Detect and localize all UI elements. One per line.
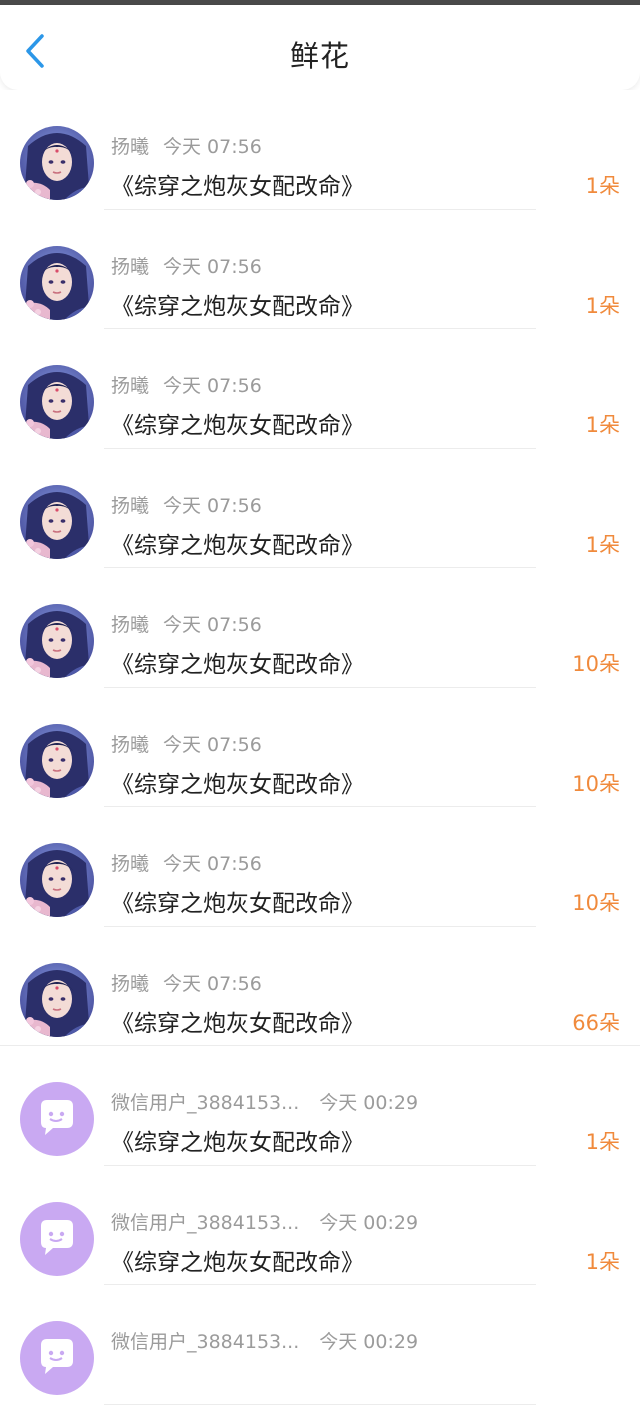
book-title: 《综穿之炮灰女配改命》 bbox=[111, 1249, 364, 1276]
navigation-header: 鲜花 bbox=[0, 5, 640, 90]
gift-time: 今天 07:56 bbox=[163, 136, 262, 158]
row-meta: 扬曦 今天 07:56 bbox=[111, 730, 262, 757]
user-name: 扬曦 bbox=[111, 733, 150, 756]
row-meta: 扬曦 今天 07:56 bbox=[111, 132, 262, 159]
row-meta: 扬曦 今天 07:56 bbox=[111, 252, 262, 279]
row-meta: 微信用户_3884153... 今天 00:29 bbox=[111, 1208, 418, 1235]
book-title: 《综穿之炮灰女配改命》 bbox=[111, 532, 364, 559]
flower-gift-row[interactable]: 扬曦 今天 07:56 《综穿之炮灰女配改命》 10朵 bbox=[0, 568, 640, 688]
wechat-default-avatar-icon[interactable] bbox=[20, 1321, 94, 1395]
book-title: 《综穿之炮灰女配改命》 bbox=[111, 174, 364, 200]
user-name: 扬曦 bbox=[111, 494, 150, 517]
gift-time: 今天 07:56 bbox=[163, 853, 262, 875]
gift-time: 今天 00:29 bbox=[319, 1092, 419, 1114]
flower-gift-row[interactable]: 扬曦 今天 07:56 《综穿之炮灰女配改命》 66朵 bbox=[0, 927, 640, 1046]
page-title: 鲜花 bbox=[289, 39, 350, 73]
flower-count: 1朵 bbox=[585, 174, 620, 198]
user-avatar[interactable] bbox=[20, 843, 94, 917]
user-name: 扬曦 bbox=[111, 853, 150, 875]
user-name: 扬曦 bbox=[111, 136, 150, 158]
book-title: 《综穿之炮灰女配改命》 bbox=[111, 771, 364, 798]
user-name: 微信用户_3884153... bbox=[111, 1211, 300, 1234]
user-name: 扬曦 bbox=[111, 614, 150, 636]
row-meta: 微信用户_3884153... 今天 00:29 bbox=[111, 1088, 418, 1115]
row-meta: 扬曦 今天 07:56 bbox=[111, 491, 262, 518]
user-name: 微信用户_3884153... bbox=[111, 1092, 300, 1114]
row-meta: 扬曦 今天 07:56 bbox=[111, 969, 262, 996]
flower-gift-row[interactable]: 扬曦 今天 07:56 《综穿之炮灰女配改命》 10朵 bbox=[0, 688, 640, 807]
gift-time: 今天 07:56 bbox=[163, 733, 262, 756]
flower-count: 1朵 bbox=[585, 1130, 620, 1154]
book-title: 《综穿之炮灰女配改命》 bbox=[111, 413, 364, 439]
gift-time: 今天 07:56 bbox=[163, 614, 262, 636]
row-meta: 扬曦 今天 07:56 bbox=[111, 849, 262, 876]
gift-time: 今天 07:56 bbox=[163, 494, 262, 517]
gift-time: 今天 07:56 bbox=[163, 375, 262, 397]
user-name: 扬曦 bbox=[111, 255, 150, 278]
flower-gift-row[interactable]: 微信用户_3884153... 今天 00:29 bbox=[0, 1285, 640, 1405]
flower-count: 66朵 bbox=[572, 1010, 620, 1035]
flower-count: 1朵 bbox=[585, 1249, 620, 1274]
flower-count: 10朵 bbox=[572, 891, 620, 915]
row-meta: 微信用户_3884153... 今天 00:29 bbox=[111, 1327, 418, 1354]
user-avatar[interactable] bbox=[20, 365, 94, 439]
book-title: 《综穿之炮灰女配改命》 bbox=[111, 652, 364, 678]
wechat-default-avatar-icon[interactable] bbox=[20, 1201, 94, 1276]
wechat-default-avatar-icon[interactable] bbox=[20, 1082, 94, 1156]
gift-time: 今天 07:56 bbox=[163, 972, 262, 995]
user-avatar[interactable] bbox=[20, 484, 94, 559]
flower-gift-row[interactable]: 扬曦 今天 07:56 《综穿之炮灰女配改命》 1朵 bbox=[0, 210, 640, 329]
flower-count: 1朵 bbox=[585, 293, 620, 318]
gift-time: 今天 00:29 bbox=[319, 1211, 419, 1234]
gift-time: 今天 07:56 bbox=[163, 255, 262, 278]
user-avatar[interactable] bbox=[20, 962, 94, 1037]
flower-count: 1朵 bbox=[585, 532, 620, 557]
flower-gift-row[interactable]: 扬曦 今天 07:56 《综穿之炮灰女配改命》 1朵 bbox=[0, 329, 640, 449]
flower-gift-row[interactable]: 微信用户_3884153... 今天 00:29 《综穿之炮灰女配改命》 1朵 bbox=[0, 1046, 640, 1166]
user-avatar[interactable] bbox=[20, 245, 94, 320]
row-divider bbox=[104, 1403, 536, 1405]
flower-gift-row[interactable]: 微信用户_3884153... 今天 00:29 《综穿之炮灰女配改命》 1朵 bbox=[0, 1166, 640, 1285]
book-title: 《综穿之炮灰女配改命》 bbox=[111, 1130, 364, 1156]
book-title: 《综穿之炮灰女配改命》 bbox=[111, 293, 364, 320]
flower-count: 1朵 bbox=[585, 413, 620, 437]
user-avatar[interactable] bbox=[20, 723, 94, 798]
user-avatar[interactable] bbox=[20, 126, 94, 200]
flower-gift-row[interactable]: 扬曦 今天 07:56 《综穿之炮灰女配改命》 1朵 bbox=[0, 449, 640, 568]
flower-count: 10朵 bbox=[572, 771, 620, 796]
user-name: 扬曦 bbox=[111, 972, 150, 995]
row-meta: 扬曦 今天 07:56 bbox=[111, 610, 262, 637]
flower-gift-list: 扬曦 今天 07:56 《综穿之炮灰女配改命》 1朵 扬曦 今天 07:56 《综穿之炮灰… bbox=[0, 90, 640, 1405]
row-meta: 扬曦 今天 07:56 bbox=[111, 371, 262, 398]
user-name: 微信用户_3884153... bbox=[111, 1331, 300, 1353]
flower-count: 10朵 bbox=[572, 652, 620, 676]
flower-gift-row[interactable]: 扬曦 今天 07:56 《综穿之炮灰女配改命》 1朵 bbox=[0, 90, 640, 210]
book-title: 《综穿之炮灰女配改命》 bbox=[111, 891, 364, 917]
book-title: 《综穿之炮灰女配改命》 bbox=[111, 1010, 364, 1037]
user-avatar[interactable] bbox=[20, 604, 94, 678]
gift-time: 今天 00:29 bbox=[319, 1331, 419, 1353]
user-name: 扬曦 bbox=[111, 375, 150, 397]
flower-gift-row[interactable]: 扬曦 今天 07:56 《综穿之炮灰女配改命》 10朵 bbox=[0, 807, 640, 927]
